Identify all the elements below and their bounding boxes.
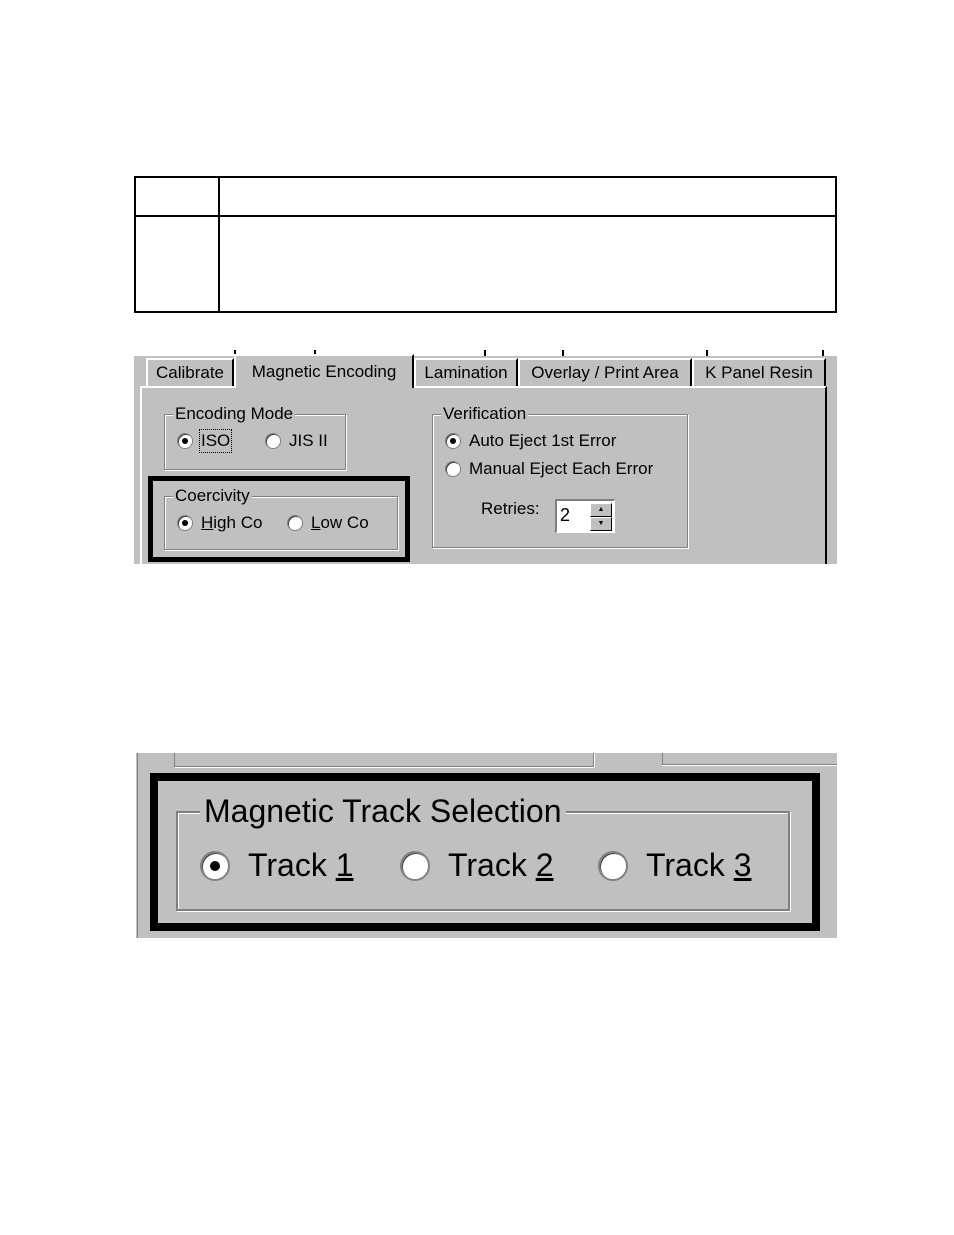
table-cell: [134, 176, 220, 217]
radio-manual-eject[interactable]: Manual Eject Each Error: [445, 459, 653, 479]
coercivity-label: Coercivity: [173, 486, 252, 506]
tab-panel: Encoding Mode ISO JIS II Coercivity High…: [140, 386, 827, 564]
radio-unchecked-icon: [265, 433, 281, 449]
radio-track-3[interactable]: Track 3: [598, 847, 752, 884]
radio-auto-eject[interactable]: Auto Eject 1st Error: [445, 431, 616, 451]
arrow-down-icon: ▼: [597, 520, 605, 527]
magnetic-encoding-screenshot: Calibrate Magnetic Encoding Lamination O…: [134, 350, 837, 564]
radio-label: Track 1: [248, 847, 354, 883]
radio-unchecked-icon: [445, 461, 461, 477]
radio-jis-ii[interactable]: JIS II: [265, 431, 328, 451]
group-fragment: [174, 753, 594, 767]
table-cell: [218, 215, 837, 313]
spin-down-button[interactable]: ▼: [590, 517, 612, 531]
radio-checked-icon: [177, 433, 193, 449]
retries-label: Retries:: [481, 499, 540, 518]
table-cell: [134, 215, 220, 313]
coercivity-group: Coercivity High Co Low Co: [164, 486, 398, 550]
tab-overlay-print-area[interactable]: Overlay / Print Area: [518, 358, 692, 386]
table-cell: [218, 176, 837, 217]
radio-unchecked-icon: [287, 515, 303, 531]
window-edge: [134, 753, 138, 938]
radio-label: Auto Eject 1st Error: [469, 431, 617, 450]
radio-label: Manual Eject Each Error: [469, 459, 654, 478]
table-row: [134, 215, 837, 313]
radio-track-1[interactable]: Track 1: [200, 847, 354, 884]
radio-label: Track 2: [448, 847, 554, 883]
retries-value[interactable]: 2: [560, 505, 570, 525]
radio-high-co[interactable]: High Co: [177, 513, 262, 533]
radio-label: Low Co: [311, 513, 369, 532]
tab-divider: [562, 350, 564, 356]
magnetic-track-selection-label: Magnetic Track Selection: [200, 793, 566, 829]
group-fragment: [662, 753, 837, 765]
encoding-mode-label: Encoding Mode: [173, 404, 296, 424]
tab-k-panel-resin[interactable]: K Panel Resin: [692, 358, 826, 386]
magnetic-track-selection-screenshot: Magnetic Track Selection Track 1 Track 2…: [134, 753, 837, 938]
encoding-mode-group: Encoding Mode ISO JIS II: [164, 404, 346, 470]
radio-checked-icon: [177, 515, 193, 531]
radio-track-2[interactable]: Track 2: [400, 847, 554, 884]
radio-checked-icon: [445, 433, 461, 449]
tab-lamination[interactable]: Lamination: [414, 358, 518, 386]
radio-iso[interactable]: ISO: [177, 429, 233, 453]
tab-divider: [822, 350, 824, 356]
radio-label: JIS II: [289, 431, 328, 450]
tab-magnetic-encoding[interactable]: Magnetic Encoding: [234, 354, 414, 388]
arrow-up-icon: ▲: [597, 506, 605, 513]
tab-divider: [706, 350, 708, 356]
magnetic-track-selection-group: Magnetic Track Selection Track 1 Track 2…: [176, 793, 790, 911]
verification-group: Verification Auto Eject 1st Error Manual…: [432, 404, 688, 548]
tab-calibrate[interactable]: Calibrate: [146, 358, 234, 386]
radio-label: Track 3: [646, 847, 752, 883]
verification-label: Verification: [441, 404, 529, 424]
radio-unchecked-icon: [400, 850, 430, 881]
radio-checked-icon: [200, 850, 230, 881]
empty-table: [134, 176, 837, 313]
spin-up-button[interactable]: ▲: [590, 503, 612, 517]
radio-label: High Co: [201, 513, 263, 532]
radio-low-co[interactable]: Low Co: [287, 513, 369, 533]
retries-spinbox[interactable]: 2 ▲ ▼: [555, 499, 615, 533]
radio-unchecked-icon: [598, 850, 628, 881]
radio-label: ISO: [198, 429, 233, 453]
table-row: [134, 176, 837, 217]
tab-divider: [484, 350, 486, 356]
